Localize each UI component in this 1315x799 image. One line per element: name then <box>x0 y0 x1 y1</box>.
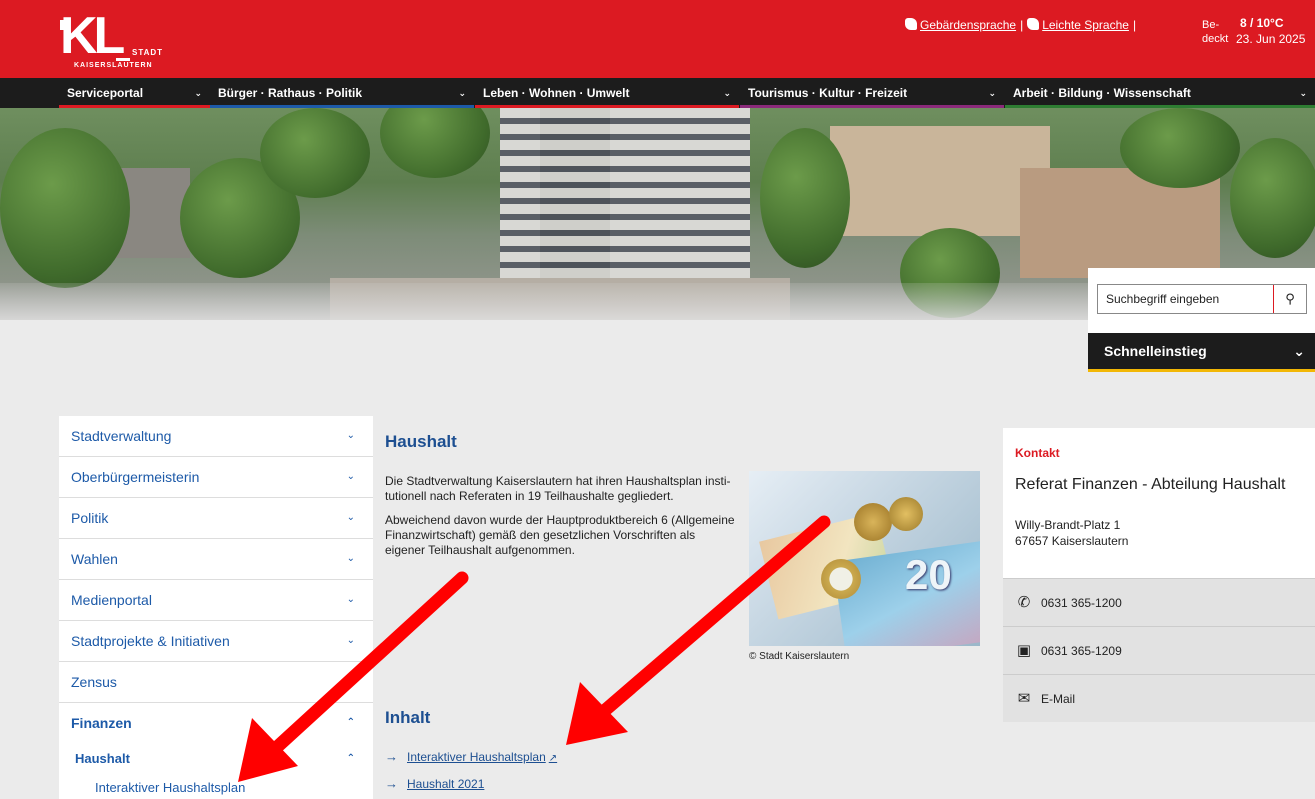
phone-icon: ✆ <box>1017 594 1031 611</box>
menu-item-politik[interactable]: Politik ⌄ <box>59 498 373 539</box>
quick-access-dropdown[interactable]: Schnelleinstieg ⌄ <box>1088 333 1315 372</box>
chevron-up-icon[interactable]: ⌃ <box>347 744 355 774</box>
nav-label: Bürger · Rathaus · Politik <box>218 86 363 100</box>
search-box: ⚲ <box>1097 284 1307 314</box>
menu-item-oberbuergermeisterin[interactable]: Oberbürgermeisterin ⌄ <box>59 457 373 498</box>
search-input[interactable] <box>1098 285 1274 313</box>
old-building <box>830 126 1050 236</box>
contact-phone[interactable]: ✆ 0631 365-1200 <box>1003 578 1315 626</box>
menu-label: Oberbürgermeisterin <box>71 469 200 485</box>
chevron-down-icon: ⌄ <box>988 88 996 98</box>
easy-language-link[interactable]: Leichte Sprache <box>1042 18 1129 32</box>
weather-temperature: 8 / 10°C <box>1240 16 1284 30</box>
chevron-down-icon: ⌄ <box>1299 88 1307 98</box>
link-haushalt-2021[interactable]: Haushalt 2021 <box>407 777 484 791</box>
chevron-down-icon: ⌄ <box>723 88 731 98</box>
photo-credit: © Stadt Kaiserslautern <box>749 651 850 662</box>
quick-access-label: Schnelleinstieg <box>1104 343 1207 359</box>
intro-paragraph: Abweichend davon wurde der Hauptproduktb… <box>385 513 735 557</box>
sign-language-link[interactable]: Gebärdensprache <box>920 18 1016 32</box>
chevron-down-icon[interactable]: ⌄ <box>347 621 355 661</box>
logo-bar <box>116 58 130 61</box>
logo-letters: KL <box>60 7 125 65</box>
intro-text: Die Stadtverwaltung Kaiserslautern hat i… <box>385 474 735 567</box>
menu-label: Stadtprojekte & Initiativen <box>71 633 230 649</box>
menu-item-stadtverwaltung[interactable]: Stadtverwaltung ⌄ <box>59 416 373 457</box>
banknote-denomination: 20 <box>905 551 952 598</box>
contact-label: Kontakt <box>1015 446 1060 460</box>
section-menu: Stadtverwaltung ⌄ Oberbürgermeisterin ⌄ Po… <box>59 416 373 799</box>
menu-item-stadtprojekte[interactable]: Stadtprojekte & Initiativen ⌄ <box>59 621 373 662</box>
menu-subitem-haushalt[interactable]: Haushalt ⌃ <box>59 744 373 776</box>
chevron-up-icon[interactable]: ⌃ <box>347 703 355 743</box>
link-label: Interaktiver Haushaltsplan <box>407 750 546 764</box>
arrow-right-icon: → <box>385 776 398 791</box>
weather-condition: Be-deckt <box>1202 19 1229 45</box>
menu-label: Wahlen <box>71 551 118 567</box>
main-navigation: Serviceportal ⌄ Bürger · Rathaus · Polit… <box>0 78 1315 108</box>
chevron-down-icon: ⌄ <box>194 88 202 98</box>
external-link-icon: ↗ <box>548 753 558 764</box>
nav-serviceportal[interactable]: Serviceportal ⌄ <box>59 78 210 108</box>
chevron-down-icon[interactable]: ⌄ <box>347 498 355 538</box>
chevron-down-icon[interactable]: ⌄ <box>347 457 355 497</box>
top-header: KL STADT KAISERSLAUTERN Gebärdensprache |… <box>0 0 1315 78</box>
easy-language-icon <box>1027 18 1040 30</box>
page-title: Haushalt <box>385 432 457 451</box>
contents-heading: Inhalt <box>385 708 431 727</box>
menu-label: Medienportal <box>71 592 152 608</box>
weather-date: 23. Jun 2025 <box>1236 32 1306 46</box>
menu-item-wahlen[interactable]: Wahlen ⌄ <box>59 539 373 580</box>
link-interaktiver-haushaltsplan[interactable]: Interaktiver Haushaltsplan ↗ <box>407 750 557 764</box>
chevron-down-icon[interactable]: ⌄ <box>347 539 355 579</box>
phone-number: 0631 365-1200 <box>1041 596 1122 610</box>
chevron-down-icon[interactable]: ⌄ <box>347 662 355 702</box>
contact-organization: Referat Finanzen - Abteilung Haushalt <box>1015 476 1286 493</box>
accessibility-links: Gebärdensprache | Leichte Sprache | <box>905 18 1140 32</box>
menu-label: Finanzen <box>71 715 132 731</box>
menu-item-zensus[interactable]: Zensus ⌄ <box>59 662 373 703</box>
nav-label: Leben · Wohnen · Umwelt <box>483 86 630 100</box>
fax-number: 0631 365-1209 <box>1041 644 1122 658</box>
nav-label: Arbeit · Bildung · Wissenschaft <box>1013 86 1191 100</box>
contact-fax[interactable]: ▣ 0631 365-1209 <box>1003 626 1315 674</box>
nav-tourismus-kultur-freizeit[interactable]: Tourismus · Kultur · Freizeit ⌄ <box>740 78 1004 108</box>
chevron-down-icon: ⌄ <box>1293 343 1305 359</box>
menu-label: Zensus <box>71 674 117 690</box>
menu-label: Stadtverwaltung <box>71 428 172 444</box>
contact-email[interactable]: ✉ E-Mail <box>1003 674 1315 722</box>
envelope-icon: ✉ <box>1017 690 1031 707</box>
money-photo: 20 <box>749 471 980 646</box>
nav-buerger-rathaus-politik[interactable]: Bürger · Rathaus · Politik ⌄ <box>210 78 474 108</box>
arrow-right-icon: → <box>385 749 398 764</box>
city-logo[interactable]: KL STADT KAISERSLAUTERN <box>60 8 180 70</box>
chevron-down-icon[interactable]: ⌄ <box>347 416 355 456</box>
nav-leben-wohnen-umwelt[interactable]: Leben · Wohnen · Umwelt ⌄ <box>475 78 739 108</box>
contact-street: Willy-Brandt-Platz 1 <box>1015 518 1121 532</box>
menu-subsubitem-interaktiver-haushaltsplan[interactable]: Interaktiver Haushaltsplan <box>59 776 373 799</box>
tower-building <box>500 108 750 288</box>
nav-arbeit-bildung-wissenschaft[interactable]: Arbeit · Bildung · Wissenschaft ⌄ <box>1005 78 1315 108</box>
search-icon[interactable]: ⚲ <box>1273 285 1306 313</box>
chevron-down-icon[interactable]: ⌄ <box>347 580 355 620</box>
sign-language-icon <box>905 18 917 30</box>
menu-item-medienportal[interactable]: Medienportal ⌄ <box>59 580 373 621</box>
fax-icon: ▣ <box>1016 642 1032 659</box>
menu-label: Haushalt <box>75 751 130 766</box>
nav-label: Serviceportal <box>67 86 144 100</box>
menu-item-finanzen[interactable]: Finanzen ⌃ <box>59 703 373 744</box>
contact-box: Kontakt Referat Finanzen - Abteilung Hau… <box>1003 428 1315 722</box>
intro-paragraph: Die Stadtverwaltung Kaiserslautern hat i… <box>385 474 731 503</box>
email-label: E-Mail <box>1041 692 1076 706</box>
logo-stadt: STADT <box>132 48 164 57</box>
contact-city: 67657 Kaiserslautern <box>1015 534 1129 548</box>
logo-city: KAISERSLAUTERN <box>74 62 153 69</box>
nav-label: Tourismus · Kultur · Freizeit <box>748 86 908 100</box>
menu-label: Politik <box>71 510 109 526</box>
chevron-down-icon: ⌄ <box>458 88 466 98</box>
